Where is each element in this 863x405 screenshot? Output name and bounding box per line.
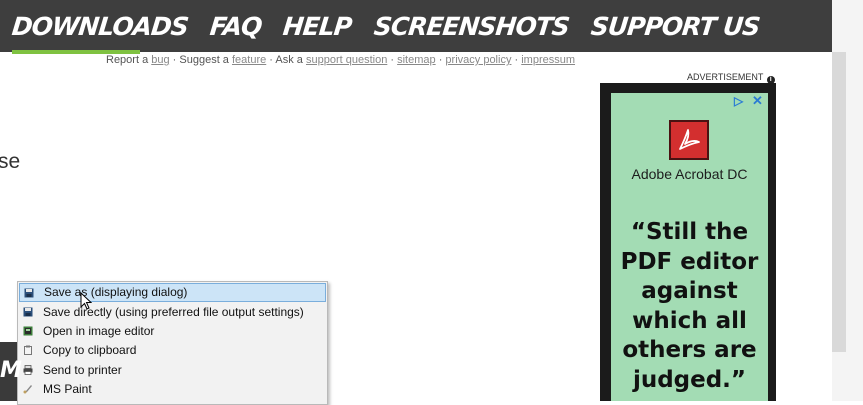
menu-item-label: Save as (displaying dialog) bbox=[44, 285, 188, 299]
suggest-prefix: · Suggest a bbox=[169, 54, 232, 66]
report-prefix: Report a bbox=[106, 54, 152, 66]
nav-faq[interactable]: FAQ bbox=[208, 12, 263, 41]
ad-quote-line: “Still the bbox=[630, 219, 749, 245]
ad-choices-icon[interactable]: ▷ bbox=[734, 94, 743, 108]
impressum-link[interactable]: impressum bbox=[521, 54, 575, 66]
privacy-policy-link[interactable]: privacy policy bbox=[445, 54, 511, 66]
nav-support-us[interactable]: SUPPORT US bbox=[589, 12, 760, 41]
bug-link[interactable]: bug bbox=[151, 54, 169, 66]
ad-quote-line: others are bbox=[622, 337, 757, 363]
nav-screenshots[interactable]: SCREENSHOTS bbox=[372, 12, 570, 41]
secondary-links: Report a bug · Suggest a feature · Ask a… bbox=[106, 54, 575, 66]
menu-item-send-printer[interactable]: Send to printer bbox=[19, 361, 326, 380]
ad-quote: “Still the PDF editor against which all … bbox=[611, 218, 768, 395]
separator: · bbox=[511, 54, 522, 66]
menu-item-label: Send to printer bbox=[43, 363, 122, 377]
nav-downloads[interactable]: DOWNLOADS bbox=[10, 12, 189, 41]
separator: · bbox=[435, 54, 446, 66]
feature-link[interactable]: feature bbox=[232, 54, 266, 66]
menu-item-copy-clipboard[interactable]: Copy to clipboard bbox=[19, 341, 326, 360]
support-question-link[interactable]: support question bbox=[306, 54, 387, 66]
partial-body-text: se bbox=[0, 150, 21, 173]
image-editor-icon bbox=[23, 326, 33, 336]
mouse-cursor-icon bbox=[80, 292, 92, 310]
ask-prefix: · Ask a bbox=[266, 54, 306, 66]
scrollbar-thumb[interactable] bbox=[832, 52, 846, 352]
paint-brush-icon bbox=[23, 385, 32, 394]
menu-item-ms-paint[interactable]: MS Paint bbox=[19, 380, 326, 399]
ad-quote-line: judged.” bbox=[632, 366, 747, 393]
ad-quote-line: PDF editor bbox=[620, 248, 759, 275]
close-icon[interactable]: ✕ bbox=[752, 93, 763, 109]
menu-item-save-directly[interactable]: Save directly (using preferred file outp… bbox=[19, 303, 326, 322]
acrobat-symbol-icon bbox=[679, 129, 700, 150]
banner-letter-fragment: M bbox=[0, 358, 22, 383]
separator: · bbox=[387, 54, 398, 66]
menu-item-label: Open in image editor bbox=[43, 324, 155, 338]
floppy-disk-icon bbox=[24, 288, 34, 298]
menu-item-open-image-editor[interactable]: Open in image editor bbox=[19, 322, 326, 341]
main-nav: DOWNLOADS FAQ HELP SCREENSHOTS SUPPORT U… bbox=[10, 12, 760, 41]
ad-quote-line: which all bbox=[632, 307, 747, 334]
advertisement-text: ADVERTISEMENT bbox=[687, 72, 764, 82]
sitemap-link[interactable]: sitemap bbox=[397, 54, 436, 66]
floppy-disk-icon bbox=[23, 307, 33, 317]
clipboard-icon bbox=[24, 345, 32, 355]
menu-item-save-as[interactable]: Save as (displaying dialog) bbox=[19, 283, 326, 302]
context-menu: Save as (displaying dialog) Save directl… bbox=[17, 281, 328, 405]
menu-item-label: Copy to clipboard bbox=[43, 343, 137, 357]
ad-brand-name: Adobe Acrobat DC bbox=[631, 166, 748, 182]
menu-item-label: MS Paint bbox=[43, 382, 92, 396]
nav-help[interactable]: HELP bbox=[282, 12, 353, 41]
ad-quote-line: against bbox=[641, 278, 738, 304]
acrobat-logo-icon bbox=[669, 120, 709, 160]
top-navigation-bar: DOWNLOADS FAQ HELP SCREENSHOTS SUPPORT U… bbox=[0, 0, 832, 52]
printer-icon bbox=[23, 365, 33, 375]
